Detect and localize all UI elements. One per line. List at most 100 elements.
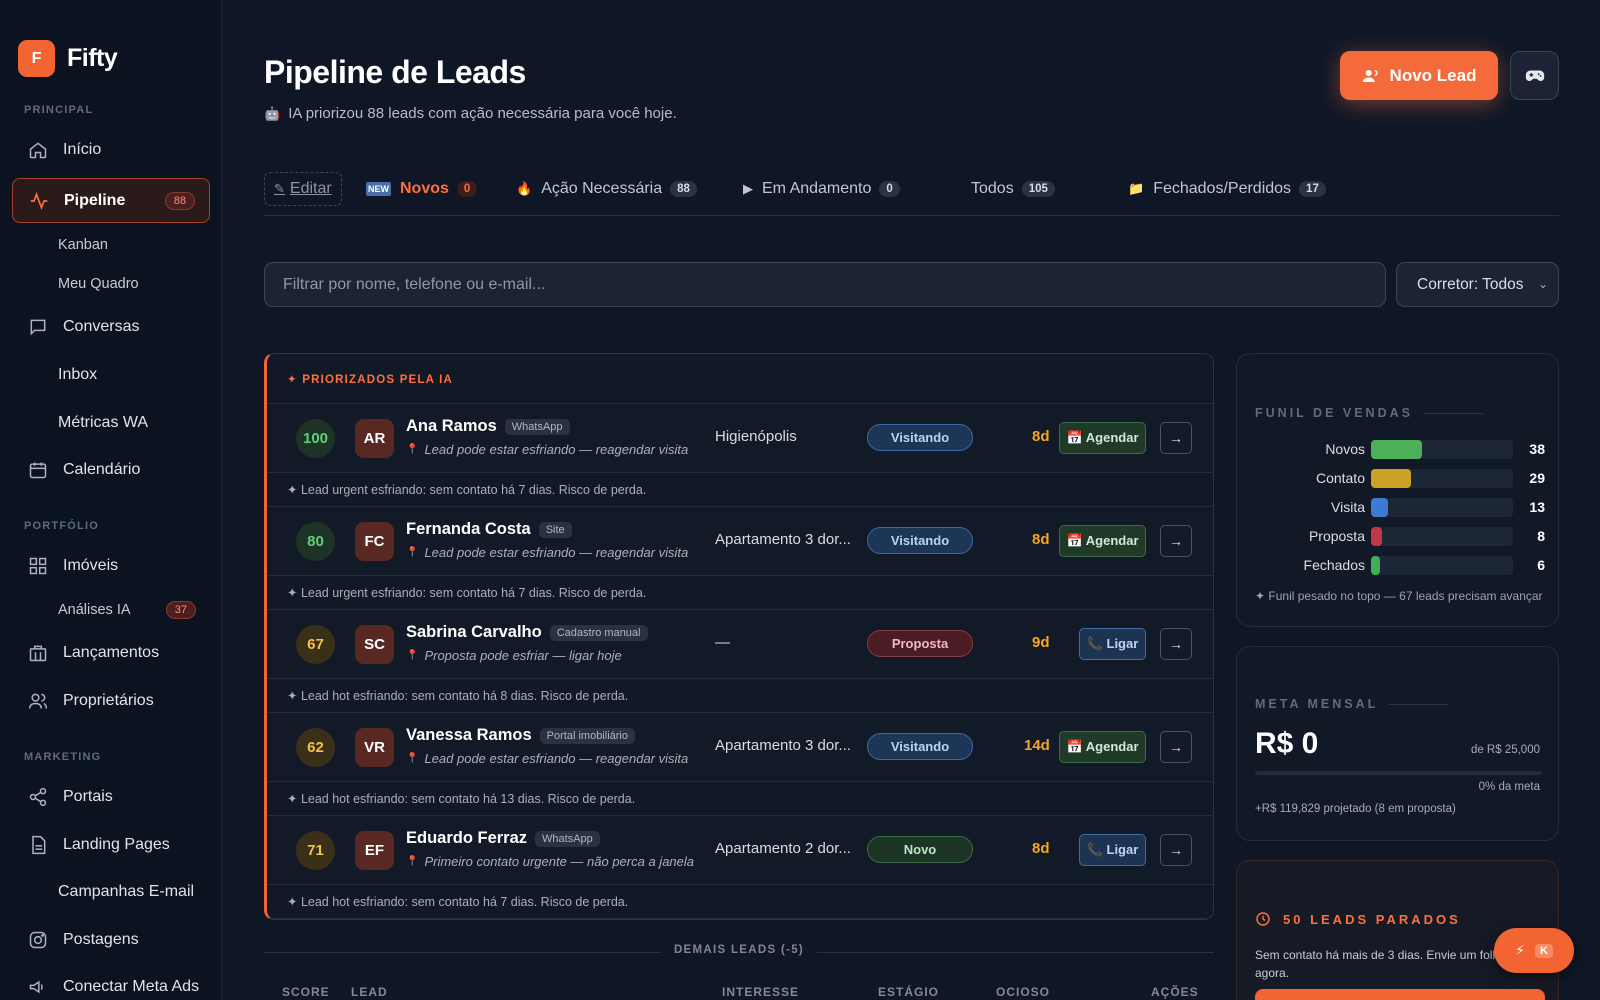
monthly-goal-card: META MENSAL R$ 0 de R$ 25,000 0% da meta…	[1236, 646, 1559, 841]
sidebar-item-pipeline[interactable]: Pipeline 88	[12, 178, 210, 223]
open-lead-arrow-icon[interactable]: →	[1160, 525, 1192, 557]
stalled-header: 50 LEADS PARADOS	[1255, 911, 1461, 927]
column-header-interesse[interactable]: INTERESSE	[722, 985, 799, 999]
lead-name[interactable]: Sabrina Carvalho Cadastro manual	[406, 623, 648, 642]
lead-stage-badge[interactable]: Visitando	[867, 733, 973, 760]
sidebar-item-analises-ia[interactable]: Análises IA 37	[12, 593, 210, 627]
tab-em-andamento[interactable]: ▶ Em Andamento 0	[743, 172, 900, 206]
lead-row[interactable]: 80 FC Fernanda Costa Site 📍 Lead pode estar e…	[267, 507, 1213, 576]
add-user-icon	[1362, 67, 1380, 85]
pin-icon: 📍	[406, 650, 419, 661]
page-subtitle: 🤖 IA priorizou 88 leads com ação necessá…	[264, 105, 677, 122]
sidebar-item-inbox[interactable]: Inbox	[12, 354, 210, 396]
lead-name[interactable]: Fernanda Costa Site	[406, 520, 572, 539]
stalled-action-button[interactable]	[1255, 989, 1545, 1000]
sidebar-item-meta-ads[interactable]: Conectar Meta Ads	[12, 966, 210, 1000]
avatar: VR	[355, 728, 394, 767]
sidebar-item-meu-quadro[interactable]: Meu Quadro	[12, 267, 210, 301]
schedule-button[interactable]: 📅 Agendar	[1059, 422, 1146, 454]
funnel-stage-label: Visita	[1331, 499, 1365, 515]
tab-novos[interactable]: NEW Novos 0	[366, 172, 478, 206]
lead-stage-badge[interactable]: Proposta	[867, 630, 973, 657]
lead-interest: Apartamento 3 dor...	[715, 531, 851, 548]
lead-name[interactable]: Vanessa Ramos Portal imobiliário	[406, 726, 635, 745]
edit-tabs-button[interactable]: ✎ Editar	[264, 172, 342, 206]
lead-hint-text: Lead pode estar esfriando — reagendar vi…	[424, 751, 689, 766]
funnel-bar-fill	[1371, 469, 1411, 488]
lead-stage-badge[interactable]: Novo	[867, 836, 973, 863]
shortcut-key: K	[1534, 943, 1553, 958]
search-input[interactable]: Filtrar por nome, telefone ou e-mail...	[264, 262, 1386, 307]
call-button[interactable]: 📞 Ligar	[1079, 628, 1146, 660]
pin-icon: 📍	[406, 547, 419, 558]
sidebar-item-conversas[interactable]: Conversas	[12, 306, 210, 348]
sidebar-item-label: Lançamentos	[63, 644, 160, 661]
column-header-score[interactable]: SCORE	[282, 985, 330, 999]
lead-name[interactable]: Ana Ramos WhatsApp	[406, 417, 570, 436]
funnel-stage-label: Proposta	[1308, 528, 1365, 544]
lead-row[interactable]: 71 EF Eduardo Ferraz WhatsApp 📍 Primeiro cont…	[267, 816, 1213, 885]
corretor-select[interactable]: Corretor: Todos ⌄	[1396, 262, 1559, 307]
open-lead-arrow-icon[interactable]: →	[1160, 422, 1192, 454]
sidebar-item-lancamentos[interactable]: Lançamentos	[12, 632, 210, 674]
lead-stage-badge[interactable]: Visitando	[867, 527, 973, 554]
tab-label: Fechados/Perdidos	[1153, 180, 1292, 197]
new-lead-label: Novo Lead	[1389, 65, 1477, 85]
pipeline-tabs: ✎ Editar NEW Novos 0 🔥 Ação Necessária 8…	[264, 172, 1559, 216]
sidebar-item-calendario[interactable]: Calendário	[12, 449, 210, 491]
lead-row[interactable]: 62 VR Vanessa Ramos Portal imobiliário 📍 Lead…	[267, 713, 1213, 782]
lead-name-text: Fernanda Costa	[406, 520, 531, 538]
tab-fechados-perdidos[interactable]: 📁 Fechados/Perdidos 17	[1128, 172, 1326, 206]
funnel-row: Visita 13	[1255, 497, 1545, 517]
priority-title: ✦ PRIORIZADOS PELA IA	[267, 354, 1213, 404]
funnel-row: Novos 38	[1255, 439, 1545, 459]
sidebar-item-proprietarios[interactable]: Proprietários	[12, 680, 210, 722]
megaphone-icon	[27, 976, 49, 998]
sidebar-item-kanban[interactable]: Kanban	[12, 228, 210, 262]
sidebar-item-landing-pages[interactable]: Landing Pages	[12, 824, 210, 866]
sidebar-item-postagens[interactable]: Postagens	[12, 919, 210, 961]
column-header-ocioso[interactable]: OCIOSO	[996, 985, 1050, 999]
sidebar-item-label: Calendário	[63, 461, 141, 478]
goal-title: META MENSAL	[1255, 697, 1449, 711]
gamepad-button[interactable]	[1510, 51, 1559, 100]
lead-hint: 📍 Lead pode estar esfriando — reagendar v…	[406, 751, 688, 766]
column-header-lead[interactable]: LEAD	[351, 985, 388, 999]
open-lead-arrow-icon[interactable]: →	[1160, 628, 1192, 660]
sidebar-item-label: Landing Pages	[63, 836, 170, 853]
funnel-bar-track	[1371, 556, 1513, 575]
lead-row[interactable]: 67 SC Sabrina Carvalho Cadastro manual 📍 Prop…	[267, 610, 1213, 679]
robot-icon: 🤖	[264, 105, 281, 121]
quick-action-button[interactable]: ⚡ K	[1494, 928, 1574, 973]
tab-acao-necessaria[interactable]: 🔥 Ação Necessária 88	[516, 172, 697, 206]
brand-logo[interactable]: F Fifty	[18, 40, 118, 77]
lead-row[interactable]: 100 AR Ana Ramos WhatsApp 📍 Lead pode estar e…	[267, 404, 1213, 473]
pin-icon: 📍	[406, 444, 419, 455]
schedule-button[interactable]: 📅 Agendar	[1059, 525, 1146, 557]
tab-label: Ação Necessária	[541, 180, 663, 197]
new-lead-button[interactable]: Novo Lead	[1340, 51, 1498, 100]
sidebar-item-metricas-wa[interactable]: Métricas WA	[12, 402, 210, 444]
lead-idle-days: 9d	[1032, 634, 1050, 651]
lead-name-text: Ana Ramos	[406, 417, 497, 435]
sidebar-item-portais[interactable]: Portais	[12, 776, 210, 818]
sidebar-item-inicio[interactable]: Início	[12, 129, 210, 171]
sidebar-item-imoveis[interactable]: Imóveis	[12, 545, 210, 587]
sidebar-item-label: Proprietários	[63, 692, 154, 709]
column-header-estagio[interactable]: ESTÁGIO	[878, 985, 939, 999]
schedule-button[interactable]: 📅 Agendar	[1059, 731, 1146, 763]
chat-icon	[27, 316, 49, 338]
sidebar-item-campanhas-email[interactable]: Campanhas E-mail	[12, 871, 210, 913]
goal-value: R$ 0	[1255, 727, 1319, 760]
tab-todos[interactable]: Todos 105	[971, 172, 1055, 206]
lead-hint-text: Lead pode estar esfriando — reagendar vi…	[424, 442, 689, 457]
lightning-icon: ⚡	[1515, 942, 1525, 958]
call-button[interactable]: 📞 Ligar	[1079, 834, 1146, 866]
tab-count: 0	[879, 181, 900, 197]
open-lead-arrow-icon[interactable]: →	[1160, 834, 1192, 866]
lead-stage-badge[interactable]: Visitando	[867, 424, 973, 451]
open-lead-arrow-icon[interactable]: →	[1160, 731, 1192, 763]
lead-name[interactable]: Eduardo Ferraz WhatsApp	[406, 829, 600, 848]
funnel-stage-label: Contato	[1315, 470, 1365, 486]
share-icon	[27, 786, 49, 808]
